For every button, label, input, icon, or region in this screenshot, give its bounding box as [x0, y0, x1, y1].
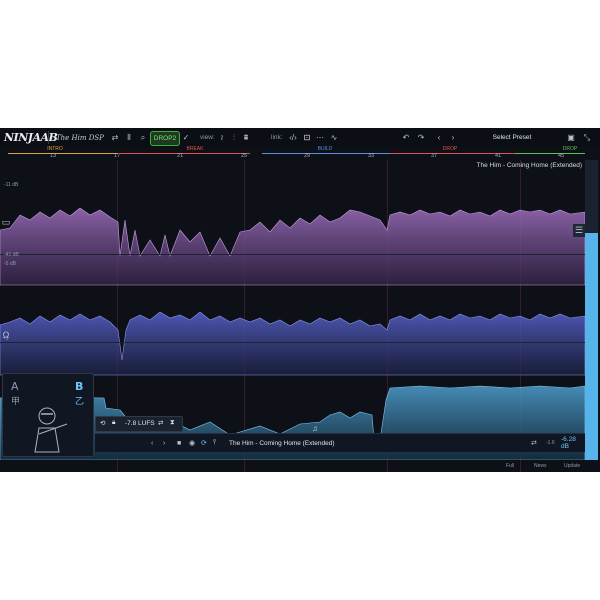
ab-b-label[interactable]: B: [75, 380, 83, 393]
bar-number: 29: [303, 153, 311, 159]
mixer-settings-icon[interactable]: ☰: [573, 224, 585, 237]
top-toolbar: NINJAAB The Him DSP ⇄ ⦀ ⌕ DROP2 ✓ view: …: [0, 128, 600, 148]
output-meter-fill: [585, 233, 598, 460]
hourglass-icon[interactable]: ⧗: [170, 419, 175, 427]
bar-number: 25: [240, 153, 248, 159]
lane-2-waveform: [0, 311, 585, 376]
view-label: view:: [200, 134, 215, 141]
folder-icon[interactable]: ▭: [1, 216, 11, 229]
link-wave-icon[interactable]: ∿: [329, 131, 339, 144]
link-code-icon[interactable]: ‹/›: [288, 131, 298, 144]
next-preset-icon[interactable]: ›: [448, 131, 458, 144]
next-track-icon[interactable]: ›: [163, 437, 165, 449]
loop-icon[interactable]: ⟳: [201, 437, 207, 449]
save-icon[interactable]: ▣: [566, 131, 576, 144]
lufs-value: -7.8 LUFS: [125, 420, 155, 427]
match-icon[interactable]: ⇄: [158, 419, 163, 427]
ab-a-label[interactable]: A: [11, 380, 19, 393]
prev-track-icon[interactable]: ‹: [151, 437, 153, 449]
music-note-icon: ♫: [312, 424, 318, 433]
lufs-bar: ⟲ 🔒︎ -7.8 LUFS ⇄ ⧗: [95, 416, 183, 432]
marker-icon[interactable]: ⫯: [213, 437, 216, 449]
undo-icon[interactable]: ↶: [401, 131, 411, 144]
search-icon[interactable]: ⌕: [138, 131, 148, 144]
stack-view-icon[interactable]: ⩩: [241, 131, 251, 144]
headphones-icon[interactable]: Ω: [1, 328, 11, 341]
plugin-window: NINJAAB The Him DSP ⇄ ⦀ ⌕ DROP2 ✓ view: …: [0, 128, 600, 472]
bar-number: 41: [494, 153, 502, 159]
spectrum-view-icon[interactable]: ⫶: [229, 131, 239, 144]
bar-number: 21: [176, 153, 184, 159]
section-intro: INTRO: [47, 146, 63, 152]
check-icon[interactable]: ✓: [181, 131, 191, 144]
section-break-line: [120, 153, 250, 154]
section-drop2-line: [515, 153, 585, 154]
transport-bar: ‹ › ■ ◉ ⟳ ⫯ The Him - Coming Home (Exten…: [95, 433, 585, 452]
player-track-title: The Him - Coming Home (Extended): [229, 439, 335, 447]
footer-tab-full[interactable]: Full: [506, 463, 514, 469]
section-drop: DROP: [442, 146, 458, 152]
gain-swap-icon[interactable]: ⇄: [531, 437, 537, 449]
timeline-ruler[interactable]: INTRO BREAK BUILD DROP DROP 13 17 21 25 …: [0, 147, 600, 160]
divider: [48, 131, 49, 144]
bar-number: 13: [49, 153, 57, 159]
bar-number: 17: [113, 153, 121, 159]
gain-value[interactable]: -6.28 dB: [561, 436, 585, 450]
footer-tab-news[interactable]: News: [534, 463, 547, 469]
db-label-mid2: -5 dB: [4, 261, 16, 267]
section-build: BUILD: [317, 146, 333, 152]
link-label: link:: [271, 134, 283, 141]
resize-icon[interactable]: ⤡: [582, 131, 592, 144]
link-dots-icon[interactable]: ⋯: [315, 131, 325, 144]
eye-icon[interactable]: ◉: [189, 437, 195, 449]
lane-divider: [0, 342, 585, 343]
ninja-illustration: [34, 407, 68, 453]
lane-divider: [0, 254, 585, 255]
stop-icon[interactable]: ■: [177, 437, 181, 449]
redo-icon[interactable]: ↷: [416, 131, 426, 144]
footer-tab-update[interactable]: Update: [564, 463, 580, 469]
gain-small-value: -1.6: [546, 440, 555, 446]
preset-selector[interactable]: Select Preset: [470, 131, 554, 144]
ab-compare-panel[interactable]: A B 甲 乙: [2, 373, 94, 457]
reset-icon[interactable]: ⟲: [100, 419, 105, 427]
section-intro-line: [8, 153, 118, 154]
ninjaab-logo: NINJAAB: [4, 131, 58, 144]
drop-selector[interactable]: DROP2: [150, 131, 180, 146]
waveform-view-icon[interactable]: ≀: [217, 131, 227, 144]
link-bracket-icon[interactable]: ⊡: [302, 131, 312, 144]
db-label-mid: -41 dB: [4, 252, 19, 258]
lane-1-waveform: [0, 207, 585, 286]
bar-number: 33: [367, 153, 375, 159]
lock-icon[interactable]: 🔒︎: [112, 419, 115, 427]
section-drop2: DROP: [562, 146, 578, 152]
db-label-top: -11 dB: [4, 182, 19, 188]
section-break: BREAK: [186, 146, 204, 152]
bar-number: 45: [557, 153, 565, 159]
partner-logo: The Him DSP: [56, 133, 104, 142]
prev-preset-icon[interactable]: ‹: [434, 131, 444, 144]
bar-number: 37: [430, 153, 438, 159]
swap-icon[interactable]: ⇄: [110, 131, 120, 144]
bars-icon[interactable]: ⦀: [124, 131, 134, 144]
